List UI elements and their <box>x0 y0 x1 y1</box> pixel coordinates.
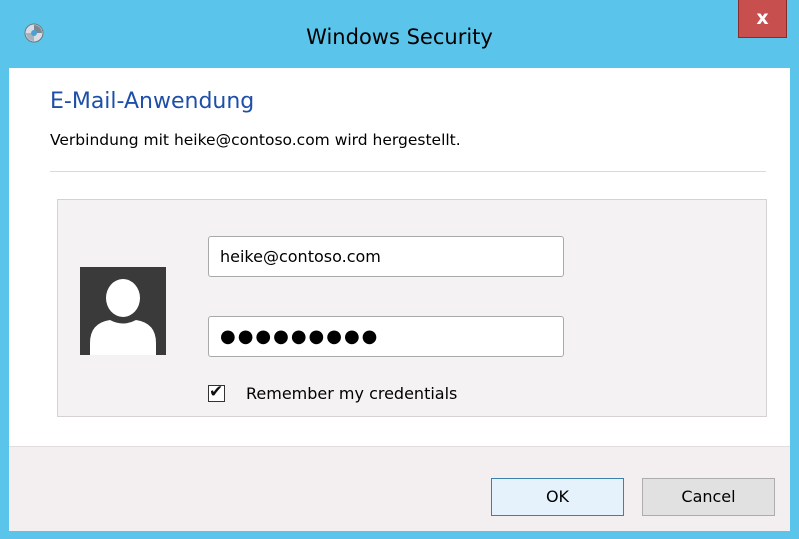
username-input[interactable] <box>208 236 564 277</box>
divider <box>50 171 766 172</box>
close-button[interactable]: x <box>738 0 787 38</box>
user-avatar-icon <box>80 267 166 355</box>
dialog-body: E-Mail-Anwendung Verbindung mit heike@co… <box>9 68 790 531</box>
connection-message: Verbindung mit heike@contoso.com wird he… <box>50 131 461 149</box>
close-icon: x <box>756 7 769 29</box>
password-input[interactable] <box>208 316 564 357</box>
button-bar: OK Cancel <box>9 446 790 531</box>
cancel-button[interactable]: Cancel <box>642 478 775 516</box>
checkmark-icon: ✔ <box>209 381 224 402</box>
credential-tile: ✔ Remember my credentials <box>57 199 767 417</box>
remember-label[interactable]: Remember my credentials <box>246 384 457 403</box>
window-title: Windows Security <box>306 25 493 49</box>
remember-checkbox[interactable]: ✔ <box>208 382 225 402</box>
security-dialog: Windows Security x E-Mail-Anwendung Verb… <box>0 0 799 539</box>
title-bar[interactable]: Windows Security x <box>0 0 799 68</box>
remember-credentials-option[interactable]: ✔ Remember my credentials <box>208 380 457 406</box>
dialog-heading: E-Mail-Anwendung <box>50 89 255 114</box>
ok-button[interactable]: OK <box>491 478 624 516</box>
